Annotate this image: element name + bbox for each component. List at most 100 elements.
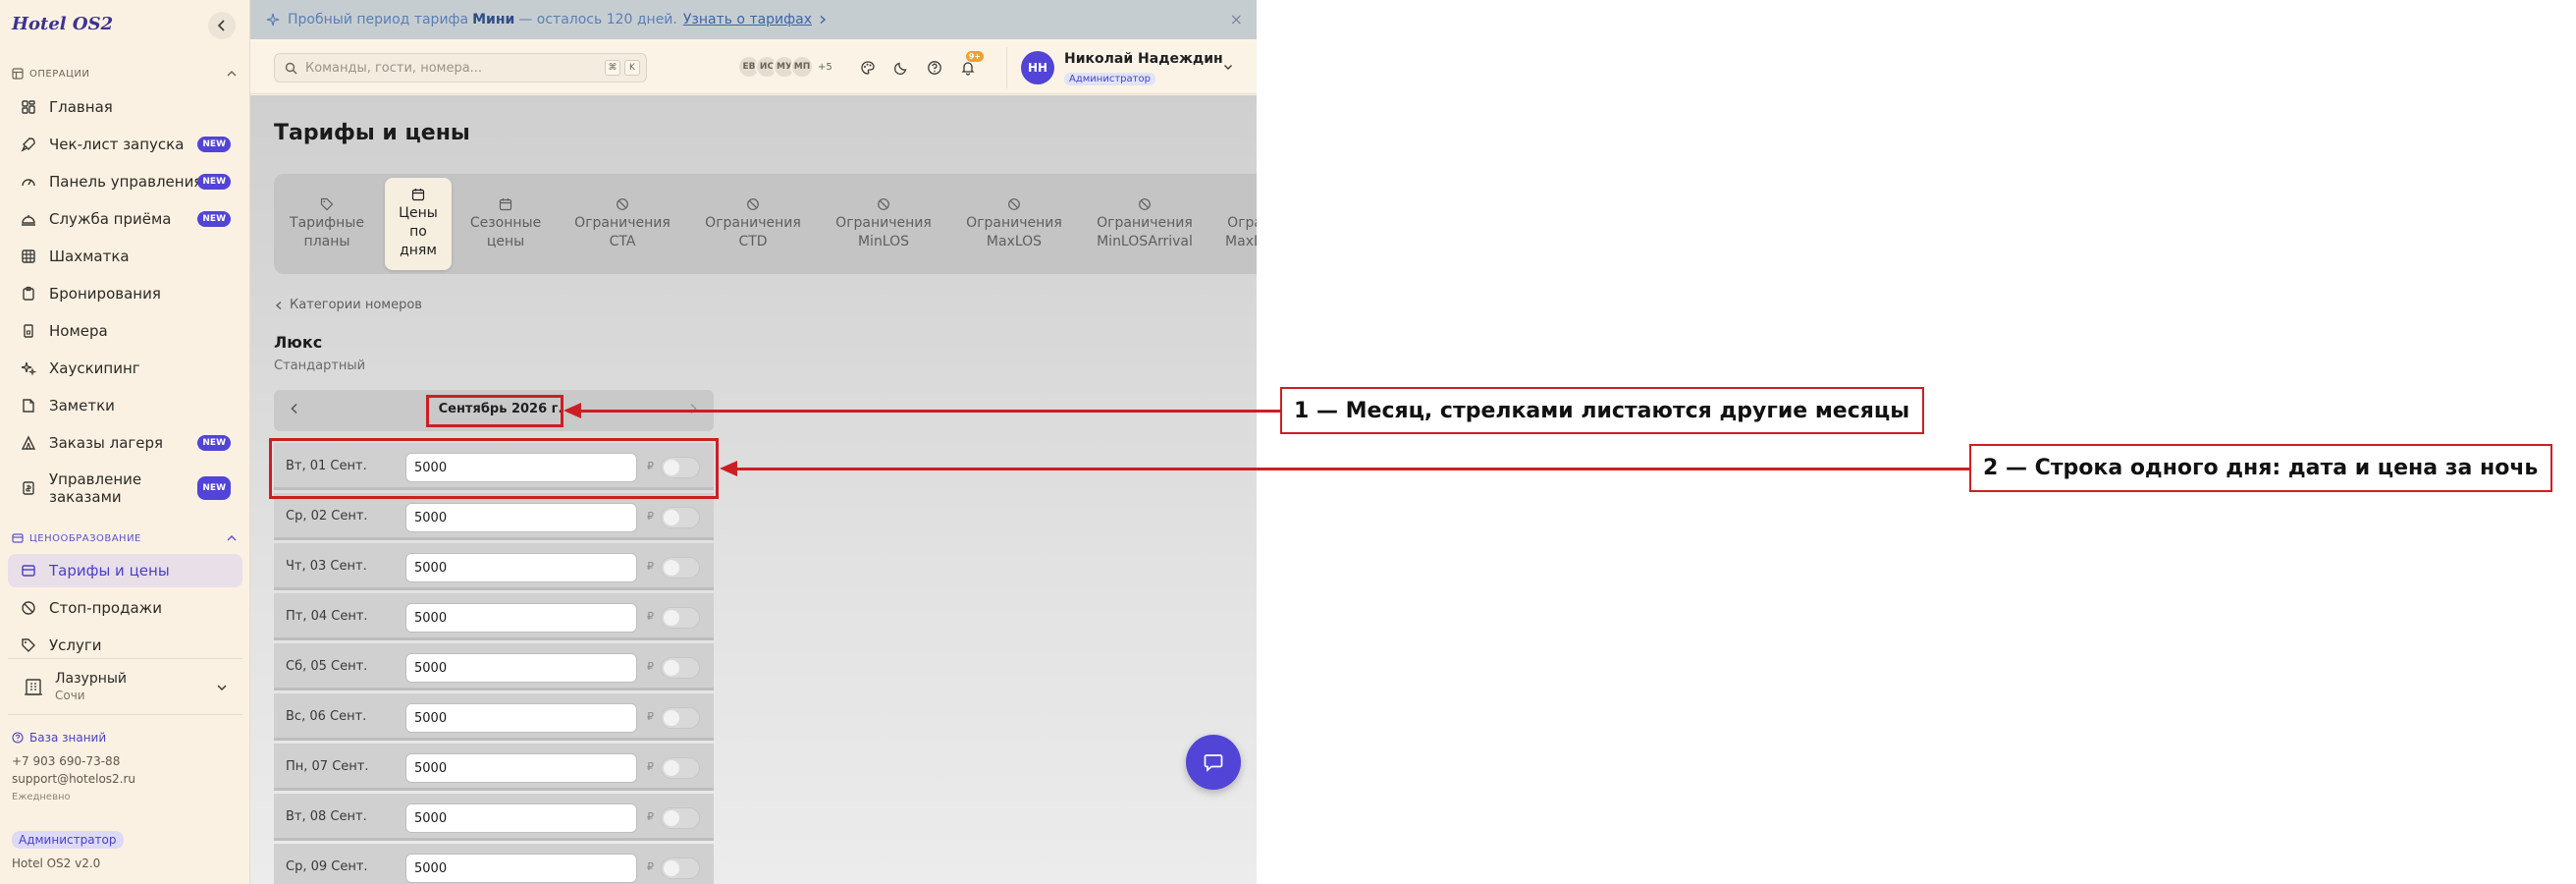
day-override-toggle[interactable] bbox=[661, 607, 700, 629]
help-button[interactable] bbox=[921, 54, 948, 82]
banner-tariffs-link[interactable]: Узнать о тарифах bbox=[683, 12, 812, 28]
tab-6[interactable]: Ограничения MinLOS bbox=[822, 178, 945, 270]
support-email[interactable]: support@hotelos2.ru bbox=[12, 772, 135, 786]
day-price-input[interactable] bbox=[405, 603, 637, 633]
day-override-toggle[interactable] bbox=[661, 507, 700, 528]
moon-icon bbox=[893, 62, 907, 76]
sidebar-item-label: Служба приёма bbox=[49, 210, 172, 228]
command-search-input[interactable] bbox=[305, 60, 600, 76]
page-title: Тарифы и цены bbox=[274, 121, 470, 145]
day-price-input[interactable] bbox=[405, 753, 637, 783]
online-users[interactable]: ЕВ ИС МУ МП +5 bbox=[737, 55, 832, 79]
sidebar-item-chessboard[interactable]: Шахматка bbox=[8, 240, 242, 273]
knowledge-base-link[interactable]: База знаний bbox=[12, 731, 106, 745]
notifications-button[interactable]: 9+ bbox=[954, 51, 984, 82]
tab-3[interactable]: Сезонные цены bbox=[456, 178, 555, 270]
day-override-toggle[interactable] bbox=[661, 707, 700, 729]
day-price-input[interactable] bbox=[405, 503, 637, 532]
day-date-label: Пн, 07 Сент. bbox=[286, 759, 369, 774]
chevron-left-icon bbox=[274, 301, 284, 310]
ban-icon bbox=[877, 197, 890, 211]
tab-4[interactable]: Ограничения CTA bbox=[561, 178, 684, 270]
ban-icon bbox=[1007, 197, 1021, 211]
banner-close-button[interactable]: × bbox=[1230, 10, 1243, 28]
section-header-pricing[interactable]: ЦЕНООБРАЗОВАНИЕ bbox=[12, 532, 238, 544]
sidebar-item-label: Шахматка bbox=[49, 248, 130, 265]
sidebar-item-front-desk[interactable]: Служба приёма NEW bbox=[8, 202, 242, 236]
day-row: Ср, 02 Сент. ₽ bbox=[274, 493, 714, 540]
day-price-input[interactable] bbox=[405, 553, 637, 582]
currency-symbol: ₽ bbox=[647, 860, 654, 873]
sidebar-item-launch-checklist[interactable]: Чек-лист запуска NEW bbox=[8, 128, 242, 161]
tab-5[interactable]: Ограничения CTD bbox=[691, 178, 815, 270]
brand-logo[interactable]: Hotel OS2 bbox=[12, 14, 113, 34]
user-menu[interactable]: НН Николай Надеждин Администратор bbox=[1006, 47, 1242, 88]
property-city: Сочи bbox=[55, 689, 85, 702]
tab-8[interactable]: Ограничения MinLOSArrival bbox=[1083, 178, 1207, 270]
room-category-title: Люкс bbox=[274, 333, 323, 352]
annotation-highlight-day-row bbox=[269, 438, 719, 499]
tag-icon bbox=[20, 636, 37, 654]
tab-label: Цены по дням bbox=[399, 205, 438, 258]
sidebar-item-label: Услуги bbox=[49, 636, 102, 654]
new-badge: NEW bbox=[197, 211, 231, 227]
support-phone[interactable]: +7 903 690-73-88 bbox=[12, 754, 120, 768]
tab-label: Ограничения MinLOS bbox=[835, 214, 932, 249]
day-row: Сб, 05 Сент. ₽ bbox=[274, 643, 714, 691]
tab-7[interactable]: Ограничения MaxLOS bbox=[952, 178, 1076, 270]
sidebar-item-rooms[interactable]: Номера bbox=[8, 314, 242, 348]
currency-symbol: ₽ bbox=[647, 760, 654, 773]
sidebar-item-bookings[interactable]: Бронирования bbox=[8, 277, 242, 310]
sidebar-item-notes[interactable]: Заметки bbox=[8, 389, 242, 422]
sidebar-item-stop-sales[interactable]: Стоп-продажи bbox=[8, 591, 242, 625]
command-search[interactable]: ⌘ K bbox=[274, 53, 647, 83]
property-name: Лазурный bbox=[55, 671, 128, 687]
currency-symbol: ₽ bbox=[647, 560, 654, 573]
tab-label: Ограничения MaxLOS bbox=[966, 214, 1062, 249]
tab-9[interactable]: Ограничения MaxLOSArrival bbox=[1213, 178, 1257, 270]
property-switcher[interactable]: Лазурный Сочи bbox=[8, 658, 242, 715]
chevron-right-icon bbox=[818, 15, 828, 25]
currency-symbol: ₽ bbox=[647, 660, 654, 673]
day-date-label: Сб, 05 Сент. bbox=[286, 659, 368, 674]
section-header-operations[interactable]: ОПЕРАЦИИ bbox=[12, 68, 238, 80]
day-override-toggle[interactable] bbox=[661, 657, 700, 679]
sparkles-icon bbox=[20, 359, 37, 377]
day-override-toggle[interactable] bbox=[661, 857, 700, 879]
back-to-room-categories-link[interactable]: Категории номеров bbox=[274, 298, 422, 312]
sparkle-icon bbox=[266, 13, 280, 27]
collapse-sidebar-button[interactable] bbox=[208, 12, 236, 39]
day-price-input[interactable] bbox=[405, 703, 637, 733]
sidebar-item-label: Панель управления bbox=[49, 173, 203, 191]
banner-prefix: Пробный период тарифа bbox=[288, 12, 469, 28]
dark-mode-button[interactable] bbox=[887, 54, 915, 82]
sidebar-item-housekeeping[interactable]: Хаускипинг bbox=[8, 352, 242, 385]
sidebar-item-services[interactable]: Услуги bbox=[8, 629, 242, 662]
day-override-toggle[interactable] bbox=[661, 557, 700, 579]
day-override-toggle[interactable] bbox=[661, 807, 700, 829]
tab-2[interactable]: Цены по дням bbox=[385, 178, 452, 270]
previous-month-button[interactable] bbox=[288, 402, 301, 415]
sidebar-item-control-panel[interactable]: Панель управления NEW bbox=[8, 165, 242, 198]
day-date-label: Вс, 06 Сент. bbox=[286, 709, 367, 724]
tab-1[interactable]: Тарифные планы bbox=[278, 178, 376, 270]
next-month-button[interactable] bbox=[686, 402, 700, 415]
day-price-input[interactable] bbox=[405, 653, 637, 683]
chevron-down-icon bbox=[1222, 61, 1234, 73]
sidebar-item-rates-and-prices[interactable]: Тарифы и цены bbox=[8, 554, 242, 587]
sidebar-item-camp-orders[interactable]: Заказы лагеря NEW bbox=[8, 426, 242, 460]
sidebar-item-home[interactable]: Главная bbox=[8, 90, 242, 124]
chat-support-button[interactable] bbox=[1186, 735, 1241, 790]
annotation-line-2 bbox=[735, 468, 1969, 470]
annotation-highlight-month bbox=[426, 395, 564, 427]
palette-icon bbox=[861, 61, 875, 75]
shortcut-key: K bbox=[624, 60, 640, 76]
day-override-toggle[interactable] bbox=[661, 757, 700, 779]
day-price-input[interactable] bbox=[405, 854, 637, 883]
annotation-label-1: 1 — Месяц, стрелками листаются другие ме… bbox=[1280, 387, 1924, 434]
sidebar-item-order-management[interactable]: Управление заказами NEW bbox=[8, 466, 242, 511]
help-circle-icon bbox=[12, 732, 24, 744]
day-price-input[interactable] bbox=[405, 803, 637, 833]
annotation-line-1 bbox=[579, 410, 1280, 413]
theme-palette-button[interactable] bbox=[854, 54, 882, 82]
